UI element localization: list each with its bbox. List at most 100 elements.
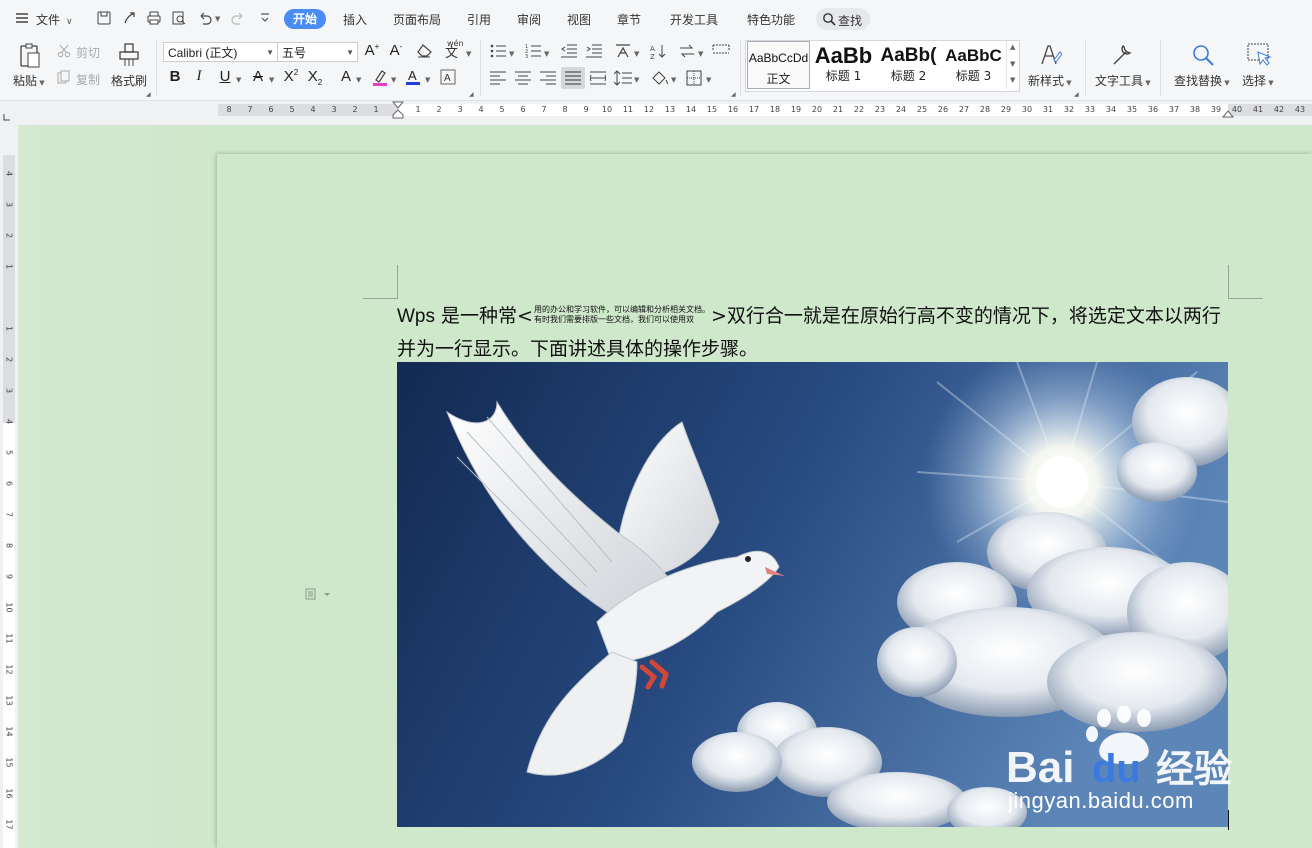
highlight-dropdown-icon[interactable]: ▼ bbox=[391, 76, 396, 84]
shading-dropdown-icon[interactable]: ▼ bbox=[671, 76, 676, 84]
cut-button[interactable]: 剪切 bbox=[76, 44, 100, 61]
tab-review[interactable]: 审阅 bbox=[517, 11, 541, 28]
tab-chapter[interactable]: 章节 bbox=[617, 11, 641, 28]
underline-button[interactable]: U bbox=[216, 68, 234, 85]
highlight-icon[interactable] bbox=[372, 69, 388, 87]
undo-icon[interactable] bbox=[197, 10, 213, 26]
new-style-button[interactable]: 新样式 ▼ bbox=[1028, 72, 1072, 89]
sort-icon[interactable]: AZ bbox=[650, 43, 666, 59]
paste-button[interactable]: 粘贴 ▼ bbox=[13, 72, 45, 89]
italic-button[interactable]: I bbox=[190, 68, 208, 85]
font-color-icon[interactable]: A bbox=[405, 68, 421, 86]
tab-references[interactable]: 引用 bbox=[467, 11, 491, 28]
body-paragraph[interactable]: Wps 是一种常< 用的办公和学习软件，可以编辑和分析相关文档。 有时我们需要排版一… bbox=[397, 300, 1229, 366]
ruler-number: 12 bbox=[4, 664, 14, 675]
file-menu[interactable]: 文件 ∨ bbox=[36, 11, 73, 28]
redo-icon[interactable] bbox=[230, 10, 246, 26]
tab-selector-icon[interactable] bbox=[3, 113, 11, 121]
styles-launcher-icon[interactable]: ◢ bbox=[1074, 91, 1079, 98]
style-normal[interactable]: AaBbCcDd 正文 bbox=[747, 41, 810, 89]
font-name-select[interactable]: Calibri (正文) ▼ bbox=[163, 42, 278, 62]
bold-button[interactable]: B bbox=[166, 68, 184, 85]
clipboard-launcher-icon[interactable]: ◢ bbox=[146, 91, 151, 98]
numbered-list-icon[interactable]: 123 bbox=[525, 44, 541, 58]
borders-dropdown-icon[interactable]: ▼ bbox=[706, 76, 711, 84]
style-heading-2[interactable]: AaBb( 标题 2 bbox=[877, 41, 940, 89]
phonetic-dropdown-icon[interactable]: ▼ bbox=[466, 50, 471, 58]
line-spacing-icon[interactable] bbox=[614, 70, 632, 86]
select-button[interactable]: 选择 ▼ bbox=[1242, 72, 1274, 89]
font-launcher-icon[interactable]: ◢ bbox=[469, 91, 474, 98]
ruler-number: 38 bbox=[1189, 105, 1201, 114]
align-right-icon[interactable] bbox=[540, 71, 556, 85]
align-left-icon[interactable] bbox=[490, 71, 506, 85]
tab-developer-tools[interactable]: 开发工具 bbox=[670, 11, 718, 28]
clear-format-icon[interactable] bbox=[417, 44, 433, 58]
increase-font-size-icon[interactable]: A+ bbox=[363, 42, 381, 59]
decrease-font-size-icon[interactable]: A- bbox=[387, 42, 405, 59]
line-spacing-dropdown-icon[interactable]: ▼ bbox=[634, 76, 639, 84]
styles-scroll[interactable]: ▲ ▼ ▼ bbox=[1006, 41, 1019, 89]
character-border-icon[interactable]: A bbox=[440, 69, 456, 85]
hamburger-menu-icon[interactable] bbox=[14, 10, 30, 26]
borders-icon[interactable] bbox=[686, 70, 702, 86]
strikethrough-dropdown-icon[interactable]: ▼ bbox=[269, 76, 274, 84]
first-line-indent-marker-icon[interactable] bbox=[392, 101, 404, 123]
text-tools-icon[interactable] bbox=[1110, 42, 1134, 68]
tab-insert[interactable]: 插入 bbox=[343, 11, 367, 28]
show-hide-dropdown-icon[interactable]: ▼ bbox=[698, 50, 703, 58]
tab-home[interactable]: 开始 bbox=[284, 9, 326, 29]
subscript-button[interactable]: X2 bbox=[306, 68, 324, 87]
font-size-select[interactable]: 五号 ▼ bbox=[277, 42, 358, 62]
paste-icon[interactable] bbox=[18, 42, 42, 70]
new-style-icon[interactable] bbox=[1038, 42, 1062, 68]
copy-button[interactable]: 复制 bbox=[76, 71, 100, 88]
numbered-list-dropdown-icon[interactable]: ▼ bbox=[544, 50, 549, 58]
bullet-list-dropdown-icon[interactable]: ▼ bbox=[509, 50, 514, 58]
copy-icon[interactable] bbox=[57, 70, 71, 84]
style-heading-3[interactable]: AaBbC 标题 3 bbox=[942, 41, 1005, 89]
font-color-dropdown-icon[interactable]: ▼ bbox=[425, 76, 430, 84]
superscript-button[interactable]: X2 bbox=[282, 68, 300, 85]
right-indent-marker-icon[interactable] bbox=[1222, 109, 1234, 119]
decrease-indent-icon[interactable] bbox=[561, 44, 577, 58]
show-hide-marks-icon[interactable] bbox=[679, 44, 695, 58]
select-icon[interactable] bbox=[1246, 42, 1272, 68]
cut-icon[interactable] bbox=[57, 44, 71, 58]
bullet-list-icon[interactable] bbox=[490, 44, 506, 58]
search-button[interactable]: 查找 bbox=[816, 8, 870, 30]
strikethrough-button[interactable]: A bbox=[249, 68, 267, 85]
align-center-icon[interactable] bbox=[515, 71, 531, 85]
tab-view[interactable]: 视图 bbox=[567, 11, 591, 28]
customize-toolbar-icon[interactable] bbox=[257, 10, 273, 26]
phonetic-guide-icon[interactable]: wén 文 bbox=[445, 39, 464, 61]
ruler-number: 43 bbox=[1294, 105, 1306, 114]
format-painter-button[interactable]: 格式刷 bbox=[111, 72, 147, 89]
paragraph-layout-icon[interactable] bbox=[305, 588, 331, 603]
print-icon[interactable] bbox=[146, 10, 162, 26]
find-replace-icon[interactable] bbox=[1190, 42, 1216, 68]
increase-indent-icon[interactable] bbox=[586, 44, 602, 58]
find-replace-button[interactable]: 查找替换 ▼ bbox=[1174, 72, 1230, 89]
tab-page-layout[interactable]: 页面布局 bbox=[393, 11, 441, 28]
format-painter-icon[interactable] bbox=[118, 42, 140, 68]
undo-dropdown-icon[interactable]: ▼ bbox=[215, 15, 220, 23]
text-tools-button[interactable]: 文字工具 ▼ bbox=[1095, 72, 1151, 89]
justify-icon[interactable] bbox=[561, 67, 585, 89]
tab-stops-icon[interactable] bbox=[712, 44, 730, 58]
chinese-layout-dropdown-icon[interactable]: ▼ bbox=[634, 50, 639, 58]
underline-dropdown-icon[interactable]: ▼ bbox=[236, 76, 241, 84]
paragraph-launcher-icon[interactable]: ◢ bbox=[731, 91, 736, 98]
horizontal-ruler[interactable]: 8 7 6 5 4 3 2 1 1 2 3 4 5 6 7 8 9 10 11 12 13 14 15 16 17 18 19 20 2… bbox=[0, 101, 1312, 125]
shading-icon[interactable] bbox=[651, 70, 669, 86]
text-effect-button[interactable]: A bbox=[337, 68, 355, 85]
print-preview-icon[interactable] bbox=[171, 10, 187, 26]
export-pdf-icon[interactable] bbox=[121, 10, 137, 26]
tab-special-features[interactable]: 特色功能 bbox=[747, 11, 795, 28]
save-icon[interactable] bbox=[96, 10, 112, 26]
style-heading-1[interactable]: AaBb 标题 1 bbox=[812, 41, 875, 89]
chinese-layout-icon[interactable] bbox=[614, 43, 632, 59]
text-effect-dropdown-icon[interactable]: ▼ bbox=[356, 76, 361, 84]
vertical-ruler[interactable]: 4 3 2 1 1 2 3 4 5 6 7 8 9 10 11 12 13 14 15 16 17 bbox=[0, 125, 18, 848]
distributed-align-icon[interactable] bbox=[590, 71, 606, 85]
